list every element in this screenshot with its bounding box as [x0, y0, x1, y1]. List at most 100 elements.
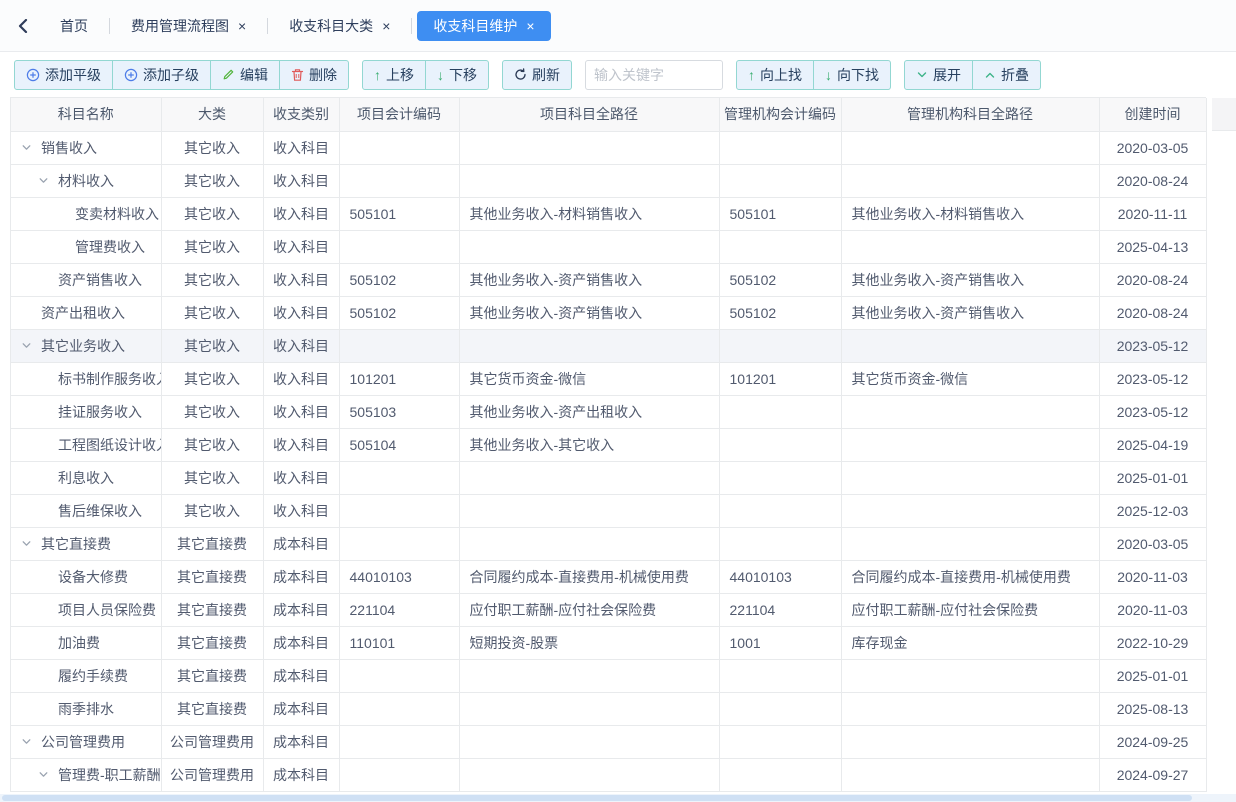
- cell-project-code: [339, 527, 459, 560]
- tree-caret[interactable]: [21, 142, 41, 153]
- find-down-button[interactable]: ↓ 向下找: [813, 60, 891, 90]
- tree-indent: [21, 708, 38, 709]
- move-up-button[interactable]: ↑ 上移: [362, 60, 426, 90]
- move-down-button[interactable]: ↓ 下移: [425, 60, 489, 90]
- subject-name-text: 变卖材料收入: [75, 204, 159, 224]
- cell-type: 收入科目: [263, 362, 339, 395]
- cell-category: 其它收入: [161, 263, 263, 296]
- cell-category: 其它收入: [161, 395, 263, 428]
- search-input[interactable]: [585, 60, 723, 90]
- cell-created: 2025-08-13: [1099, 692, 1206, 725]
- cell-project-path: [459, 659, 719, 692]
- table-row[interactable]: 挂证服务收入其它收入收入科目505103其他业务收入-资产出租收入2023-05…: [11, 395, 1206, 428]
- tab-label: 费用管理流程图: [131, 16, 229, 36]
- tab-close-icon[interactable]: ×: [238, 19, 246, 33]
- table-row[interactable]: 加油费其它直接费成本科目110101短期投资-股票1001库存现金2022-10…: [11, 626, 1206, 659]
- cell-subject-name: 履约手续费: [11, 659, 161, 692]
- cell-project-code: 505102: [339, 296, 459, 329]
- button-label: 下移: [449, 65, 477, 85]
- cell-org-code: [719, 692, 841, 725]
- table-row[interactable]: 公司管理费用公司管理费用成本科目2024-09-25: [11, 725, 1206, 758]
- table-row[interactable]: 销售收入其它收入收入科目2020-03-05: [11, 131, 1206, 164]
- subject-name-text: 雨季排水: [58, 699, 114, 719]
- cell-type: 成本科目: [263, 758, 339, 791]
- cell-created: 2025-01-01: [1099, 461, 1206, 494]
- cell-subject-name: 项目人员保险费: [11, 593, 161, 626]
- button-label: 编辑: [240, 65, 268, 85]
- tab-home[interactable]: 首页: [44, 11, 104, 41]
- tree-caret[interactable]: [21, 340, 41, 351]
- subject-name-text: 管理费-职工薪酬: [58, 765, 161, 785]
- tree-caret[interactable]: [38, 769, 58, 780]
- tab-expense-flowchart[interactable]: 费用管理流程图 ×: [115, 11, 262, 41]
- edit-button[interactable]: 编辑: [210, 60, 280, 90]
- cell-created: 2025-12-03: [1099, 494, 1206, 527]
- tab-label: 首页: [60, 16, 88, 36]
- cell-category: 其它收入: [161, 428, 263, 461]
- cell-org-code: 44010103: [719, 560, 841, 593]
- subject-name-text: 加油费: [58, 633, 100, 653]
- tab-close-icon[interactable]: ×: [382, 19, 390, 33]
- cell-type: 收入科目: [263, 428, 339, 461]
- cell-subject-name: 管理费-职工薪酬: [11, 758, 161, 791]
- tree-indent: [21, 675, 38, 676]
- tab-subject-categories[interactable]: 收支科目大类 ×: [273, 11, 406, 41]
- tree-caret[interactable]: [21, 736, 41, 747]
- table-row[interactable]: 利息收入其它收入收入科目2025-01-01: [11, 461, 1206, 494]
- table-row[interactable]: 其它直接费其它直接费成本科目2020-03-05: [11, 527, 1206, 560]
- delete-button[interactable]: 删除: [279, 60, 349, 90]
- table-row[interactable]: 资产销售收入其它收入收入科目505102其他业务收入-资产销售收入505102其…: [11, 263, 1206, 296]
- cell-project-code: [339, 230, 459, 263]
- cell-subject-name: 加油费: [11, 626, 161, 659]
- table-row[interactable]: 材料收入其它收入收入科目2020-08-24: [11, 164, 1206, 197]
- tab-close-icon[interactable]: ×: [526, 19, 534, 33]
- cell-org-code: 505101: [719, 197, 841, 230]
- table-row[interactable]: 售后维保收入其它收入收入科目2025-12-03: [11, 494, 1206, 527]
- cell-type: 收入科目: [263, 461, 339, 494]
- table-row[interactable]: 资产出租收入其它收入收入科目505102其他业务收入-资产销售收入505102其…: [11, 296, 1206, 329]
- subject-name-text: 设备大修费: [58, 567, 128, 587]
- tree-indent: [21, 444, 38, 445]
- cell-org-code: [719, 164, 841, 197]
- add-sibling-button[interactable]: 添加平级: [14, 60, 113, 90]
- cell-org-code: [719, 659, 841, 692]
- cell-subject-name: 材料收入: [11, 164, 161, 197]
- cell-created: 2020-08-24: [1099, 164, 1206, 197]
- table-row[interactable]: 标书制作服务收入其它收入收入科目101201其它货币资金-微信101201其它货…: [11, 362, 1206, 395]
- table-row[interactable]: 工程图纸设计收入其它收入收入科目505104其他业务收入-其它收入2025-04…: [11, 428, 1206, 461]
- tree-caret[interactable]: [21, 538, 41, 549]
- cell-created: 2023-05-12: [1099, 329, 1206, 362]
- collapse-button[interactable]: 折叠: [972, 60, 1041, 90]
- horizontal-scrollbar-thumb[interactable]: [2, 795, 1192, 801]
- find-up-button[interactable]: ↑ 向上找: [736, 60, 814, 90]
- cell-org-path: [841, 428, 1099, 461]
- table-row[interactable]: 变卖材料收入其它收入收入科目505101其他业务收入-材料销售收入505101其…: [11, 197, 1206, 230]
- refresh-button[interactable]: 刷新: [502, 60, 572, 90]
- cell-category: 其它直接费: [161, 692, 263, 725]
- table-row[interactable]: 设备大修费其它直接费成本科目44010103合同履约成本-直接费用-机械使用费4…: [11, 560, 1206, 593]
- expand-button[interactable]: 展开: [904, 60, 973, 90]
- table-row[interactable]: 项目人员保险费其它直接费成本科目221104应付职工薪酬-应付社会保险费2211…: [11, 593, 1206, 626]
- tree-caret[interactable]: [38, 175, 58, 186]
- back-button[interactable]: [10, 11, 36, 41]
- cell-org-path: [841, 329, 1099, 362]
- subject-name-text: 管理费收入: [75, 237, 145, 257]
- horizontal-scrollbar[interactable]: [0, 794, 1236, 802]
- cell-org-code: [719, 131, 841, 164]
- table-row[interactable]: 其它业务收入其它收入收入科目2023-05-12: [11, 329, 1206, 362]
- tab-subject-maintenance[interactable]: 收支科目维护 ×: [417, 11, 550, 41]
- cell-project-code: [339, 758, 459, 791]
- cell-org-path: 其他业务收入-材料销售收入: [841, 197, 1099, 230]
- cell-type: 收入科目: [263, 494, 339, 527]
- cell-org-path: [841, 461, 1099, 494]
- table-row[interactable]: 管理费-职工薪酬公司管理费用成本科目2024-09-27: [11, 758, 1206, 791]
- tab-label: 收支科目大类: [289, 16, 373, 36]
- cell-type: 成本科目: [263, 626, 339, 659]
- cell-type: 成本科目: [263, 560, 339, 593]
- table-row[interactable]: 履约手续费其它直接费成本科目2025-01-01: [11, 659, 1206, 692]
- add-child-button[interactable]: 添加子级: [112, 60, 211, 90]
- scrollbar-gutter: [1212, 98, 1236, 131]
- table-row[interactable]: 管理费收入其它收入收入科目2025-04-13: [11, 230, 1206, 263]
- table-row[interactable]: 雨季排水其它直接费成本科目2025-08-13: [11, 692, 1206, 725]
- cell-created: 2023-05-12: [1099, 362, 1206, 395]
